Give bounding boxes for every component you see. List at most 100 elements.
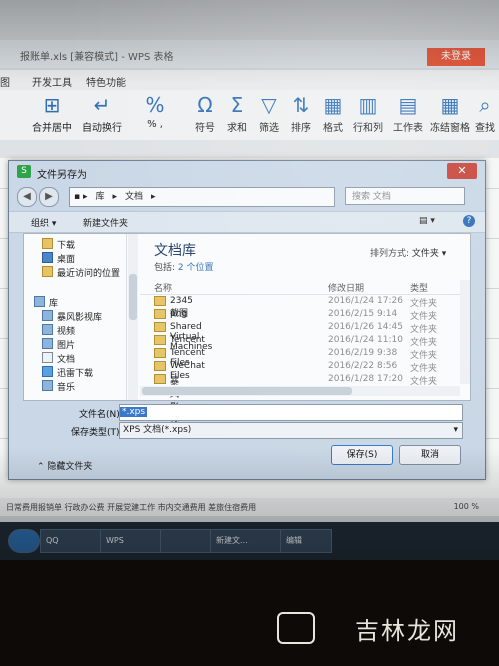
new-folder-button[interactable]: 新建文件夹 (83, 216, 128, 229)
view-icon[interactable]: ▤ ▾ (419, 216, 435, 226)
file-row[interactable]: WeChat Files 2016/2/22 8:56 文件夹 (140, 361, 470, 381)
sheet-tab-labels: 日常费用报销单 行政办公费 开展党建工作 市内交通费用 差旅住宿费用 (6, 503, 257, 512)
nav-item-videos[interactable]: 视频 (42, 324, 76, 337)
taskbar-item-newdoc[interactable]: 新建文... (210, 529, 282, 553)
breadcrumb-library[interactable]: 库 (91, 192, 108, 202)
library-includes: 包括: 2 个位置 (154, 260, 214, 273)
symbol-button[interactable]: Ω 符号 (190, 94, 220, 134)
column-name[interactable]: 名称 (154, 281, 172, 294)
file-list-scrollbar[interactable] (460, 280, 470, 384)
button-label: 筛选 (259, 123, 279, 134)
taskbar-item[interactable] (160, 529, 212, 553)
button-label: 排序 (291, 123, 311, 134)
help-icon[interactable]: ? (463, 215, 475, 227)
format-button[interactable]: ▦ 格式 (318, 94, 348, 134)
savetype-value: XPS 文档(*.xps) (123, 425, 192, 435)
column-type[interactable]: 类型 (410, 281, 428, 294)
file-row[interactable]: 2345截图 2016/1/24 17:26 文件夹 (140, 296, 470, 319)
address-bar[interactable]: ▪ ▸ 库 ▸ 文档 ▸ (69, 187, 335, 207)
save-button[interactable]: 保存(S) (331, 445, 393, 465)
close-button[interactable]: ✕ (447, 163, 477, 179)
file-row[interactable]: Tencent 2016/1/24 11:10 文件夹 (140, 335, 470, 348)
dialog-title-bar[interactable]: S 文件另存为 ✕ (9, 161, 485, 183)
taskbar-item-qq[interactable]: QQ (40, 529, 102, 553)
desktop-icon (42, 252, 53, 263)
organize-menu[interactable]: 组织 ▾ (31, 216, 56, 229)
freeze-panes-button[interactable]: ▦ 冻结窗格 (430, 94, 470, 134)
taskbar-item-wps[interactable]: WPS (100, 529, 162, 553)
forward-arrow-icon[interactable]: ▶ (39, 187, 59, 207)
file-type: 文件夹 (410, 338, 438, 348)
worksheet-button[interactable]: ▤ 工作表 (390, 94, 426, 134)
file-type: 文件夹 (410, 351, 438, 361)
picture-icon (42, 338, 53, 349)
sum-button[interactable]: Σ 求和 (222, 94, 252, 134)
merge-center-button[interactable]: ⊞ 合并居中 (30, 94, 74, 134)
file-type: 文件夹 (410, 299, 438, 309)
nav-item-downloads[interactable]: 下载 (42, 238, 75, 251)
folder-icon (154, 361, 166, 371)
button-label: 格式 (323, 123, 343, 134)
file-name: Tencent (170, 335, 205, 345)
savetype-label: 保存类型(T): (71, 428, 123, 438)
nav-item-thunder[interactable]: 迅雷下载 (42, 366, 94, 379)
nav-label: 库 (49, 299, 59, 309)
column-date[interactable]: 修改日期 (328, 281, 364, 294)
nav-item-desktop[interactable]: 桌面 (42, 252, 75, 265)
sheet-tabs[interactable]: 日常费用报销单 行政办公费 开展党建工作 市内交通费用 差旅住宿费用 100 % (0, 498, 499, 516)
watermark-logo (277, 612, 315, 644)
folder-icon (42, 238, 53, 249)
sort-button[interactable]: ⇅ 排序 (286, 94, 316, 134)
percent-icon: % (145, 93, 165, 117)
nav-scrollbar[interactable] (128, 234, 138, 400)
nav-item-baofeng[interactable]: 暴风影视库 (42, 310, 102, 323)
menu-item-features[interactable]: 特色功能 (86, 74, 126, 89)
filter-button[interactable]: ▽ 筛选 (254, 94, 284, 134)
file-row[interactable]: Tencent Files 2016/2/19 9:38 文件夹 (140, 348, 470, 368)
nav-item-libraries[interactable]: 库 (34, 296, 59, 309)
breadcrumb-documents[interactable]: 文档 (121, 192, 147, 202)
row-column-button[interactable]: ▥ 行和列 (350, 94, 386, 134)
savetype-select[interactable]: XPS 文档(*.xps) ▾ (119, 422, 463, 439)
file-row[interactable]: Shared Virtual Machines 2016/1/26 14:45 文件… (140, 322, 470, 352)
arrange-by[interactable]: 排列方式: 文件夹 ▾ (370, 246, 446, 259)
video-icon (42, 324, 53, 335)
find-button[interactable]: ⌕ 查找 (472, 94, 498, 134)
scroll-thumb[interactable] (129, 274, 137, 320)
thunder-icon (42, 366, 53, 377)
folder-icon: ▪ ▸ (74, 192, 88, 202)
document-icon (42, 352, 53, 363)
filename-value: *.xps (120, 407, 148, 417)
search-input[interactable]: 搜索 文档 (345, 187, 465, 205)
navigation-pane: 下载 桌面 最近访问的位置 库 暴风影视库 视频 图片 文档 迅雷下载 音乐 (24, 234, 127, 400)
nav-item-pictures[interactable]: 图片 (42, 338, 75, 351)
arrange-value[interactable]: 文件夹 ▾ (412, 249, 446, 259)
locations-link[interactable]: 2 个位置 (178, 263, 214, 273)
zoom-level[interactable]: 100 % (454, 502, 479, 511)
nav-label: 视频 (57, 327, 76, 337)
library-title: 文档库 (154, 243, 196, 259)
back-arrow-icon[interactable]: ◀ (17, 187, 37, 207)
nav-item-documents[interactable]: 文档 (42, 352, 75, 365)
filename-input[interactable]: *.xps (119, 404, 463, 421)
hide-folders-toggle[interactable]: ⌃ 隐藏文件夹 (37, 459, 92, 472)
nav-item-music[interactable]: 音乐 (42, 380, 75, 393)
nav-label: 迅雷下载 (57, 369, 94, 379)
login-button[interactable]: 未登录 (427, 48, 485, 66)
file-row[interactable]: png 2016/2/15 9:14 文件夹 (140, 309, 470, 322)
percent-button[interactable]: % % , (132, 94, 178, 130)
nav-item-recent[interactable]: 最近访问的位置 (42, 266, 120, 279)
wrap-text-button[interactable]: ↵ 自动换行 (80, 94, 124, 134)
taskbar-item-edit[interactable]: 编辑 (280, 529, 332, 553)
address-row: ◀ ▶ ▪ ▸ 库 ▸ 文档 ▸ 搜索 文档 (9, 185, 485, 209)
horizontal-scrollbar[interactable] (140, 386, 460, 396)
scroll-thumb[interactable] (142, 387, 352, 395)
filter-icon: ▽ (261, 93, 277, 117)
start-button[interactable] (8, 529, 40, 553)
menu-item[interactable]: 图 (0, 74, 10, 89)
menu-item-devtools[interactable]: 开发工具 (32, 74, 72, 89)
save-as-dialog: S 文件另存为 ✕ ◀ ▶ ▪ ▸ 库 ▸ 文档 ▸ 搜索 文档 组织 ▾ 新建文件夹 … (8, 160, 486, 480)
file-date: 2016/2/15 9:14 (328, 309, 398, 319)
cancel-button[interactable]: 取消 (399, 445, 461, 465)
button-label: 查找 (475, 123, 495, 134)
